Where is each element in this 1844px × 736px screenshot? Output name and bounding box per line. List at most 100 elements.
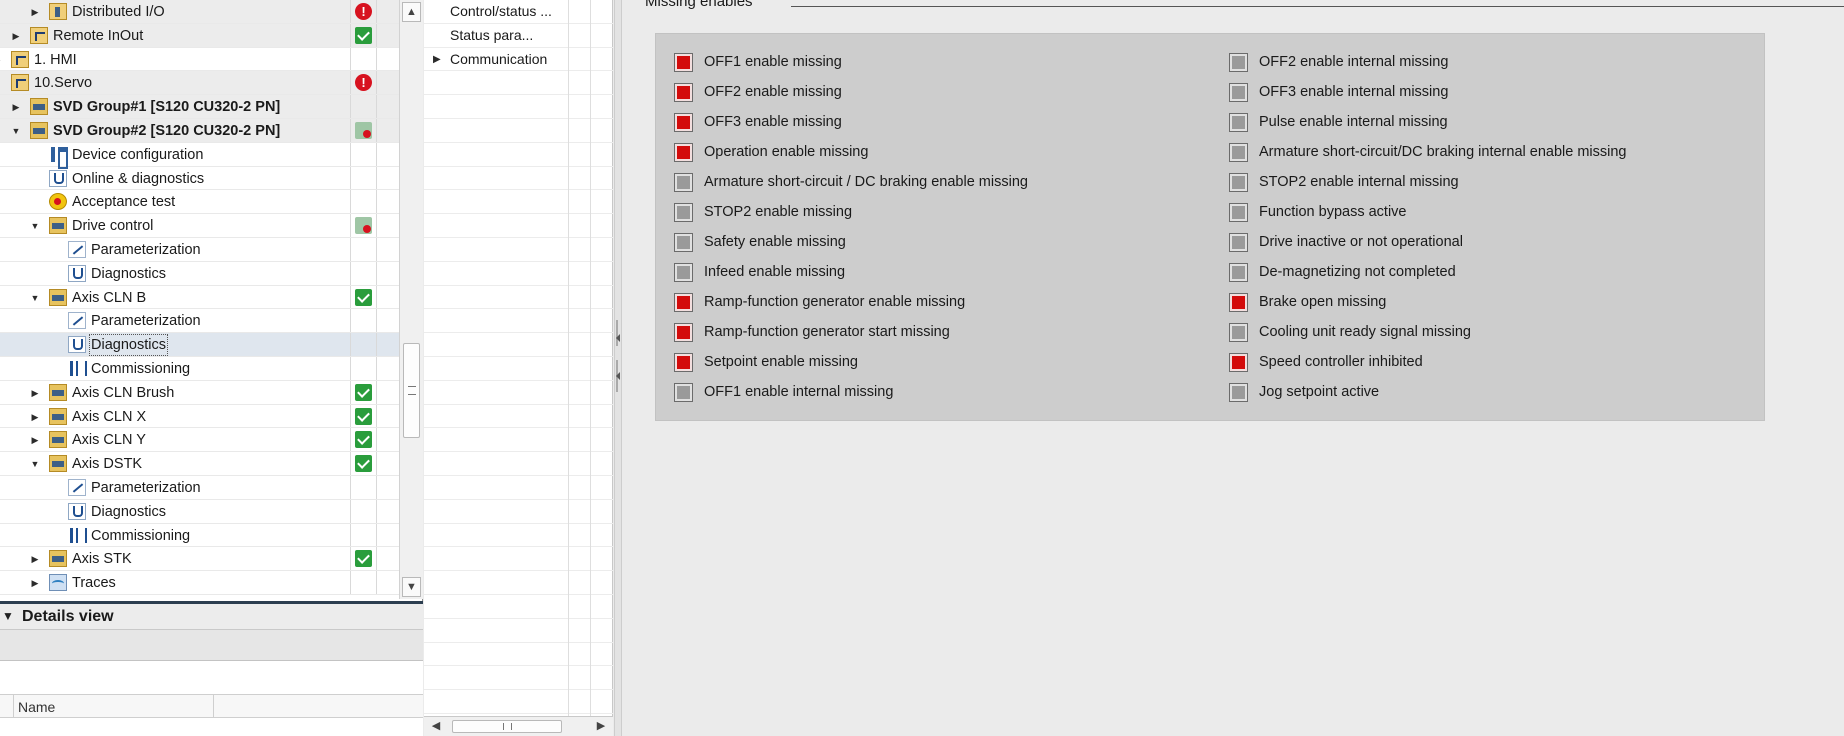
led-inactive-icon [1229, 83, 1248, 102]
tree-item-label: Diagnostics [91, 265, 166, 282]
indicator-label: OFF1 enable internal missing [704, 384, 894, 400]
parameterization-icon [68, 241, 86, 258]
chevron-right-icon[interactable]: ▶ [433, 54, 441, 65]
tree-item-parameterization[interactable]: Parameterization [0, 476, 400, 500]
chevron-down-icon[interactable]: ▼ [2, 609, 14, 623]
tree-item-axis-dstk[interactable]: ▼ Axis DSTK [0, 452, 400, 476]
parameterization-icon [68, 479, 86, 496]
tree-item-10-servo[interactable]: ▼ 10.Servo [0, 71, 400, 96]
column-header-name[interactable]: Name [18, 699, 55, 715]
online-diagnostics-icon [49, 169, 67, 187]
chevron-down-icon[interactable]: ▼ [30, 292, 40, 304]
led-active-icon [674, 143, 693, 162]
tree-item-drive-control[interactable]: ▼ Drive control [0, 214, 400, 238]
parameterization-icon [68, 312, 86, 330]
chevron-down-icon[interactable]: ▼ [30, 220, 40, 232]
chevron-right-icon[interactable]: ▶ [30, 411, 40, 423]
tree-item-label: Axis CLN Brush [72, 384, 175, 401]
tree-item-acceptance-test[interactable]: Acceptance test [0, 190, 400, 215]
chevron-right-icon[interactable]: ▶ [30, 577, 40, 589]
led-inactive-icon [674, 173, 693, 192]
acceptance-test-icon [49, 193, 67, 211]
led-inactive-icon [1229, 143, 1248, 162]
tree-item-remote-inout[interactable]: ▶ Remote InOut [0, 23, 400, 48]
led-inactive-icon [674, 233, 693, 252]
tree-item-1-hmi[interactable]: ▶ 1. HMI [0, 47, 400, 72]
status-ok-icon [355, 383, 372, 401]
tree-item-label: Diagnostics [89, 334, 168, 357]
indicator-label: OFF3 enable internal missing [1259, 84, 1449, 100]
chevron-down-icon[interactable]: ▼ [11, 125, 21, 137]
chevron-right-icon[interactable]: ▶ [30, 553, 40, 565]
led-inactive-icon [674, 263, 693, 282]
chevron-right-icon[interactable]: ▶ [11, 101, 21, 113]
tree-item-label: Online & diagnostics [72, 170, 205, 187]
status-ok-icon [355, 431, 372, 449]
tree-item-parameterization[interactable]: Parameterization [0, 309, 400, 334]
status-ok-icon [355, 455, 372, 473]
device-config-icon [49, 146, 68, 169]
details-view-header[interactable]: ▼ Details view [0, 601, 423, 630]
tree-item-axis-stk[interactable]: ▶ Axis STK [0, 547, 400, 572]
scroll-right-icon[interactable]: ▶ [592, 718, 610, 735]
chevron-right-icon[interactable]: ▶ [0, 54, 2, 66]
scroll-up-icon[interactable]: ▲ [402, 2, 421, 22]
group-icon [30, 26, 48, 44]
tree-item-diagnostics[interactable]: Diagnostics [0, 499, 400, 524]
tree-item-label: Drive control [72, 218, 154, 235]
tree-item-distributed-i-o[interactable]: ▶ Distributed I/O [0, 0, 400, 24]
tree-item-label: Remote InOut [53, 27, 144, 44]
indicator-label: OFF3 enable missing [704, 114, 842, 130]
indicator-label: Safety enable missing [704, 234, 846, 250]
tree-item-traces[interactable]: ▶ Traces [0, 571, 400, 595]
tree-item-label: Axis CLN X [72, 408, 147, 425]
section-title: Missing enables [645, 0, 753, 10]
chevron-right-icon[interactable]: ▶ [30, 434, 40, 446]
nav-item-communication[interactable]: ▶ Communication [424, 48, 613, 72]
led-active-icon [674, 323, 693, 342]
chevron-down-icon[interactable]: ▼ [0, 77, 2, 89]
tree-item-axis-cln-b[interactable]: ▼ Axis CLN B [0, 285, 400, 310]
project-tree-panel: ▶ Distributed I/O ▶ Remote InOut ▶ 1. HMI ▼ 10.… [0, 0, 423, 736]
tree-item-axis-cln-brush[interactable]: ▶ Axis CLN Brush [0, 380, 400, 405]
tree-item-commissioning[interactable]: Commissioning [0, 523, 400, 548]
tree-item-label: Diagnostics [91, 503, 166, 520]
nav-item-control-status[interactable]: Control/status ... [424, 0, 613, 24]
tree-item-device-configuration[interactable]: Device configuration [0, 142, 400, 169]
tree-item-parameterization[interactable]: Parameterization [0, 238, 400, 262]
status-error-icon [355, 3, 372, 20]
nav-item-label: Status para... [450, 26, 534, 43]
scroll-left-icon[interactable]: ◀ [427, 718, 445, 735]
tree-item-axis-cln-y[interactable]: ▶ Axis CLN Y [0, 428, 400, 453]
collapse-arrow-icon[interactable] [616, 372, 620, 380]
led-inactive-icon [1229, 53, 1248, 72]
led-active-icon [674, 353, 693, 372]
tree-item-label: Axis CLN Y [72, 432, 146, 449]
tree-item-svd-group-2-s120-cu320-2-pn[interactable]: ▼ SVD Group#2 [S120 CU320-2 PN] [0, 119, 400, 143]
tree-item-commissioning[interactable]: Commissioning [0, 357, 400, 381]
scroll-thumb[interactable] [403, 343, 420, 438]
folder-io-icon [49, 3, 67, 20]
collapse-arrow-icon[interactable] [616, 334, 620, 342]
chevron-right-icon[interactable]: ▶ [30, 6, 40, 18]
diagnostics-content: Missing enables OFF1 enable missing OFF2 … [623, 0, 1844, 736]
nav-item-status-para[interactable]: Status para... [424, 24, 613, 48]
tree-item-axis-cln-x[interactable]: ▶ Axis CLN X [0, 404, 400, 429]
tree-item-online-diagnostics[interactable]: Online & diagnostics [0, 166, 400, 191]
chevron-down-icon[interactable]: ▼ [30, 458, 40, 470]
indicator-label: Setpoint enable missing [704, 354, 858, 370]
tree-item-label: Traces [72, 575, 116, 592]
nav-horizontal-scrollbar[interactable]: ◀ ▶ [424, 716, 613, 736]
tree-item-svd-group-1-s120-cu320-2-pn[interactable]: ▶ SVD Group#1 [S120 CU320-2 PN] [0, 95, 400, 119]
tree-item-diagnostics[interactable]: Diagnostics [0, 333, 400, 357]
status-ok-icon [355, 407, 372, 425]
chevron-right-icon[interactable]: ▶ [30, 387, 40, 399]
indicator-label: Jog setpoint active [1259, 384, 1380, 400]
scroll-down-icon[interactable]: ▼ [402, 577, 421, 597]
project-tree: ▶ Distributed I/O ▶ Remote InOut ▶ 1. HMI ▼ 10.… [0, 0, 423, 599]
tree-vertical-scrollbar[interactable]: ▲ ▼ [399, 0, 423, 599]
panel-splitter[interactable] [614, 0, 622, 736]
chevron-right-icon[interactable]: ▶ [11, 30, 21, 42]
tree-item-diagnostics[interactable]: Diagnostics [0, 261, 400, 286]
scroll-thumb[interactable] [452, 720, 562, 733]
